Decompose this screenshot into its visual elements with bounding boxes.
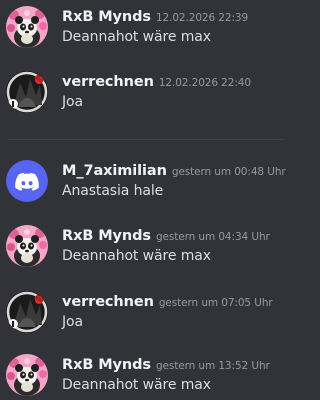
chat-message: M_7aximilian gestern um 00:48 Uhr Anastas… [0,154,286,210]
message-content: Joa [62,314,83,330]
timestamp[interactable]: gestern um 04:34 Uhr [156,231,270,243]
username[interactable]: RxB Mynds [62,9,151,25]
date-divider [8,139,283,140]
message-content: Deannahot wäre max [62,248,211,264]
panda-avatar-icon[interactable] [6,354,48,396]
username[interactable]: RxB Mynds [62,228,151,244]
timestamp[interactable]: 12.02.2026 22:39 [156,12,248,24]
discord-logo-avatar-icon[interactable] [6,160,48,202]
timestamp[interactable]: 12.02.2026 22:40 [159,77,251,89]
message-content: Joa [62,94,83,110]
dark-character-avatar-icon[interactable] [6,71,48,113]
message-content: Deannahot wäre max [62,29,211,45]
chat-message: RxB Mynds 12.02.2026 22:39 Deannahot wäre… [0,0,283,56]
chat-message-list: RxB Mynds 12.02.2026 22:39 Deannahot wäre… [0,0,286,400]
timestamp[interactable]: gestern um 13:52 Uhr [156,360,270,372]
message-header: RxB Mynds gestern um 04:34 Uhr [62,225,270,245]
dark-character-avatar-icon[interactable] [6,291,48,333]
timestamp[interactable]: gestern um 00:48 Uhr [172,166,286,178]
message-content: Deannahot wäre max [62,377,211,393]
chat-message: verrechnen gestern um 07:05 Uhr Joa [0,285,283,341]
panda-avatar-icon[interactable] [6,225,48,267]
message-header: RxB Mynds 12.02.2026 22:39 [62,6,248,26]
username[interactable]: M_7aximilian [62,163,167,179]
chat-message: RxB Mynds gestern um 04:34 Uhr Deannahot … [0,219,283,275]
panda-avatar-icon[interactable] [6,6,48,48]
message-header: verrechnen gestern um 07:05 Uhr [62,291,273,311]
chat-message: RxB Mynds gestern um 13:52 Uhr Deannahot … [0,348,283,400]
chat-message: verrechnen 12.02.2026 22:40 Joa [0,65,283,121]
message-content: Anastasia hale [62,183,164,199]
message-header: RxB Mynds gestern um 13:52 Uhr [62,354,270,374]
timestamp[interactable]: gestern um 07:05 Uhr [159,297,273,309]
username[interactable]: verrechnen [62,294,154,310]
message-header: verrechnen 12.02.2026 22:40 [62,71,251,91]
username[interactable]: RxB Mynds [62,357,151,373]
username[interactable]: verrechnen [62,74,154,90]
message-header: M_7aximilian gestern um 00:48 Uhr [62,160,286,180]
